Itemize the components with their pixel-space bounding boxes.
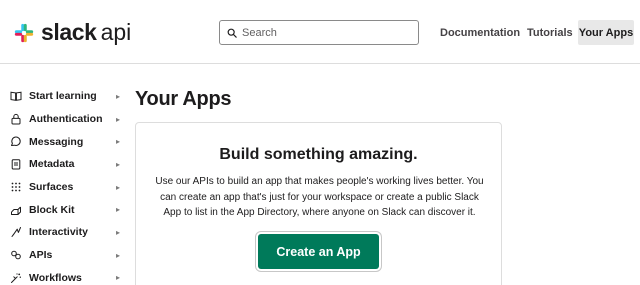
- search-box[interactable]: [219, 20, 419, 45]
- sidebar-item-interactivity[interactable]: Interactivity ▸: [0, 221, 130, 244]
- sidebar-item-label: Authentication: [29, 113, 103, 126]
- build-app-card: Build something amazing. Use our APIs to…: [135, 122, 502, 285]
- card-title: Build something amazing.: [219, 146, 418, 163]
- sidebar-item-label: APIs: [29, 249, 53, 262]
- sidebar-item-start-learning[interactable]: Start learning ▸: [0, 85, 130, 108]
- blocks-icon: [9, 203, 23, 217]
- search-input[interactable]: [242, 26, 412, 39]
- sidebar-item-label: Surfaces: [29, 181, 74, 194]
- sidebar-item-workflows[interactable]: Workflows ▸: [0, 267, 130, 285]
- sidebar-item-label: Interactivity: [29, 226, 88, 239]
- link-icon: [9, 248, 23, 262]
- search-icon: [227, 28, 237, 38]
- sidebar-item-label: Block Kit: [29, 203, 75, 216]
- card-description: Use our APIs to build an app that makes …: [155, 176, 484, 218]
- slack-hash-icon: [14, 23, 34, 42]
- sidebar-item-surfaces[interactable]: Surfaces ▸: [0, 176, 130, 199]
- cursor-spark-icon: [9, 225, 23, 239]
- sidebar-item-apis[interactable]: APIs ▸: [0, 244, 130, 267]
- expand-arrow-icon[interactable]: ▸: [116, 92, 120, 101]
- nav-your-apps[interactable]: Your Apps: [578, 20, 634, 45]
- clipboard-icon: [9, 157, 23, 171]
- logo-wordmark: slack: [41, 19, 97, 45]
- create-app-button[interactable]: Create an App: [258, 234, 379, 269]
- expand-arrow-icon[interactable]: ▸: [116, 273, 120, 282]
- logo-suffix: api: [100, 19, 132, 45]
- lock-icon: [9, 112, 23, 126]
- expand-arrow-icon[interactable]: ▸: [116, 160, 120, 169]
- expand-arrow-icon[interactable]: ▸: [116, 251, 120, 260]
- sidebar-item-label: Workflows: [29, 271, 82, 284]
- page-title: Your Apps: [135, 88, 232, 110]
- sidebar-item-authentication[interactable]: Authentication ▸: [0, 108, 130, 131]
- sidebar-nav: Start learning ▸ Authentication ▸ Messag…: [0, 85, 130, 285]
- expand-arrow-icon[interactable]: ▸: [116, 137, 120, 146]
- sidebar-item-messaging[interactable]: Messaging ▸: [0, 130, 130, 153]
- slack-api-logo[interactable]: slack api: [13, 19, 131, 46]
- sidebar-item-metadata[interactable]: Metadata ▸: [0, 153, 130, 176]
- sidebar-item-block-kit[interactable]: Block Kit ▸: [0, 198, 130, 221]
- sidebar-item-label: Messaging: [29, 135, 84, 148]
- expand-arrow-icon[interactable]: ▸: [116, 205, 120, 214]
- nav-tutorials[interactable]: Tutorials: [527, 20, 573, 45]
- top-header: slack api Documentation Tutorials Your A…: [0, 0, 640, 64]
- message-icon: [9, 135, 23, 149]
- expand-arrow-icon[interactable]: ▸: [116, 228, 120, 237]
- grid-dots-icon: [9, 180, 23, 194]
- expand-arrow-icon[interactable]: ▸: [116, 115, 120, 124]
- nav-documentation[interactable]: Documentation: [440, 20, 520, 45]
- sidebar-item-label: Metadata: [29, 158, 75, 171]
- expand-arrow-icon[interactable]: ▸: [116, 183, 120, 192]
- workflow-icon: [9, 271, 23, 285]
- sidebar-item-label: Start learning: [29, 90, 97, 103]
- book-icon: [9, 89, 23, 103]
